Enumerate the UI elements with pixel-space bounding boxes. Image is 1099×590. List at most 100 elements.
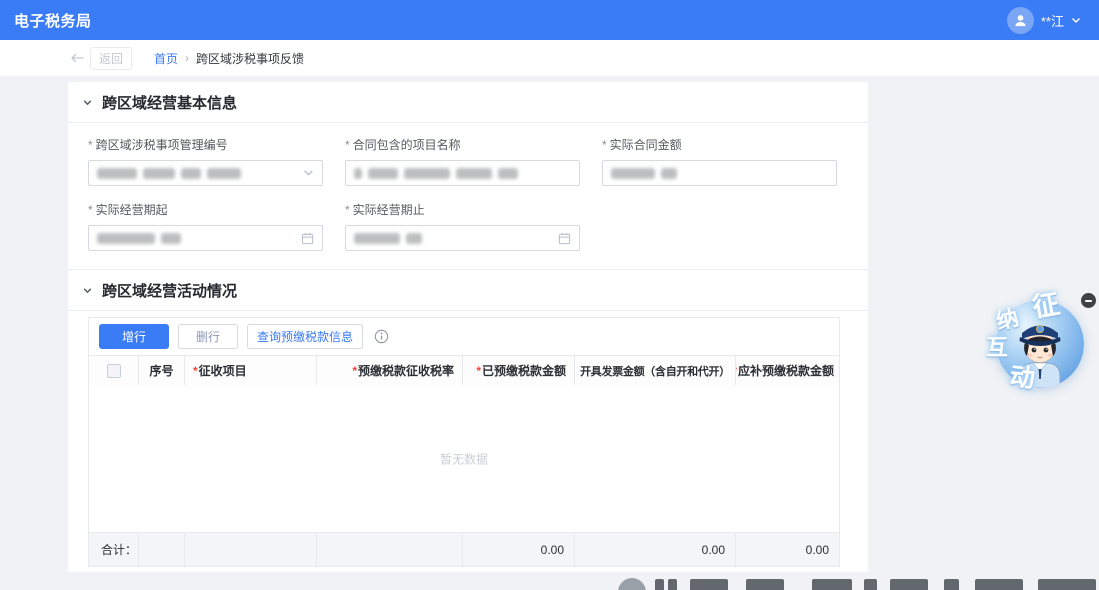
footer-prepaid-total: 0.00 <box>463 533 575 566</box>
period-end-datepicker[interactable] <box>345 225 580 251</box>
top-header-bar: 电子税务局 **江 <box>0 0 1099 40</box>
query-prepaid-tax-button[interactable]: 查询预缴税款信息 <box>247 324 364 349</box>
required-mark: * <box>88 138 93 152</box>
activity-table: 增行 删行 查询预缴税款信息 序号 * 征收项目 * 预缴税款征收税率 * 已预缴税款… <box>88 317 840 567</box>
censored-segment <box>354 232 400 244</box>
censored-segment <box>181 167 201 179</box>
calendar-icon <box>301 232 314 244</box>
clipped-footer-watermark <box>600 575 1099 590</box>
censored-segment <box>456 167 492 179</box>
watermark-glyph <box>655 579 664 590</box>
watermark-glyph <box>975 579 1023 590</box>
col-label: 序号 <box>149 364 174 378</box>
field-period-end: * 实际经营期止 <box>345 201 580 251</box>
field-label: * 实际经营期止 <box>345 201 580 218</box>
minimize-mascot-button[interactable] <box>1081 293 1096 308</box>
basic-section-title: 跨区域经营基本信息 <box>102 94 238 112</box>
breadcrumb-home-link[interactable]: 首页 <box>154 50 178 67</box>
project-name-input[interactable] <box>345 160 580 186</box>
activity-section-header: 跨区域经营活动情况 <box>68 270 868 310</box>
user-menu[interactable]: **江 <box>1006 6 1081 34</box>
back-label: 返回 <box>90 46 133 70</box>
censored-segment <box>354 167 362 179</box>
basic-info-form: * 跨区域涉税事项管理编号 * 合同包含的项目名称 * 实际合同金额 * 实际经… <box>68 123 868 269</box>
watermark-glyph <box>1038 579 1096 590</box>
censored-value <box>611 167 677 179</box>
info-icon[interactable] <box>374 329 389 344</box>
col-header-supplement-amount: *应补预缴税款金额 <box>736 356 839 385</box>
field-mgmt-no: * 跨区域涉税事项管理编号 <box>88 136 323 186</box>
watermark-glyph <box>944 579 959 590</box>
table-header-row: 序号 * 征收项目 * 预缴税款征收税率 * 已预缴税款金额 开具发票金额（含自开和代… <box>89 355 839 385</box>
required-mark: * <box>602 138 607 152</box>
period-start-datepicker[interactable] <box>88 225 323 251</box>
censored-segment <box>97 232 155 244</box>
app-title: 电子税务局 <box>14 12 92 30</box>
censored-segment <box>404 167 450 179</box>
footer-empty-cell <box>139 533 185 566</box>
calendar-icon <box>558 232 571 244</box>
breadcrumb-bar: 返回 首页 › 跨区域涉税事项反馈 <box>0 40 1099 76</box>
censored-segment <box>97 167 137 179</box>
back-button[interactable]: 返回 <box>70 46 133 70</box>
person-icon <box>1015 14 1026 26</box>
chevron-down-icon <box>1072 17 1080 23</box>
censored-segment <box>406 232 422 244</box>
field-label-text: 跨区域涉税事项管理编号 <box>95 138 228 152</box>
add-row-button[interactable]: 增行 <box>99 324 169 349</box>
delete-row-button[interactable]: 删行 <box>178 324 238 349</box>
watermark-glyph <box>690 579 728 590</box>
minus-icon <box>1085 299 1092 302</box>
required-mark: * <box>88 203 93 217</box>
field-label: * 实际合同金额 <box>602 136 837 153</box>
col-label: 开具发票金额（含自开和代开） <box>580 365 730 378</box>
censored-segment <box>143 167 175 179</box>
field-label-text: 合同包含的项目名称 <box>352 138 461 152</box>
col-header-seq: 序号 <box>139 356 185 385</box>
footer-empty-cell <box>185 533 317 566</box>
divider <box>68 310 868 311</box>
censored-segment <box>161 232 181 244</box>
field-label-text: 实际经营期起 <box>95 203 168 217</box>
watermark-glyph <box>890 579 928 590</box>
col-label: 预缴税款征收税率 <box>357 364 454 378</box>
field-project-name: * 合同包含的项目名称 <box>345 136 580 186</box>
required-mark: * <box>345 138 350 152</box>
mascot-char: 互 <box>986 335 1009 360</box>
basic-section-header: 跨区域经营基本信息 <box>68 82 868 122</box>
mascot-char: 动 <box>1008 362 1037 394</box>
censored-segment <box>368 167 398 179</box>
empty-state-text: 暂无数据 <box>439 452 488 466</box>
censored-value <box>354 232 422 244</box>
main-content-card: 跨区域经营基本信息 * 跨区域涉税事项管理编号 * 合同包含的项目名称 * 实际合同金… <box>68 82 868 572</box>
required-mark: * <box>345 203 350 217</box>
field-label-text: 实际合同金额 <box>609 138 682 152</box>
mascot-char: 征 <box>1030 288 1062 324</box>
field-label-text: 实际经营期止 <box>352 203 425 217</box>
user-name: **江 <box>1040 13 1064 29</box>
field-label: * 跨区域涉税事项管理编号 <box>88 136 323 153</box>
censored-segment <box>661 167 677 179</box>
watermark-logo-circle <box>618 578 646 590</box>
collapse-chevron-icon[interactable] <box>80 95 95 110</box>
field-label: * 合同包含的项目名称 <box>345 136 580 153</box>
activity-section-title: 跨区域经营活动情况 <box>102 282 238 300</box>
field-contract-amount: * 实际合同金额 <box>602 136 837 186</box>
select-all-checkbox[interactable] <box>106 363 121 378</box>
watermark-glyph <box>864 579 877 590</box>
table-toolbar: 增行 删行 查询预缴税款信息 <box>89 318 839 355</box>
breadcrumb-separator: › <box>185 51 190 65</box>
collapse-chevron-icon[interactable] <box>80 283 95 298</box>
chevron-down-icon <box>304 170 313 176</box>
col-header-prepaid-amount: * 已预缴税款金额 <box>463 356 575 385</box>
censored-value <box>354 167 518 179</box>
mgmt-no-select[interactable] <box>88 160 323 186</box>
back-arrow-icon <box>71 53 84 63</box>
table-body-empty: 暂无数据 <box>89 385 839 532</box>
censored-segment <box>498 167 518 179</box>
col-header-tax-item: * 征收项目 <box>185 356 317 385</box>
contract-amount-input[interactable] <box>602 160 837 186</box>
required-mark: * <box>352 363 357 378</box>
table-footer-row: 合计： 0.00 0.00 0.00 <box>89 532 839 566</box>
watermark-glyph <box>668 579 677 590</box>
